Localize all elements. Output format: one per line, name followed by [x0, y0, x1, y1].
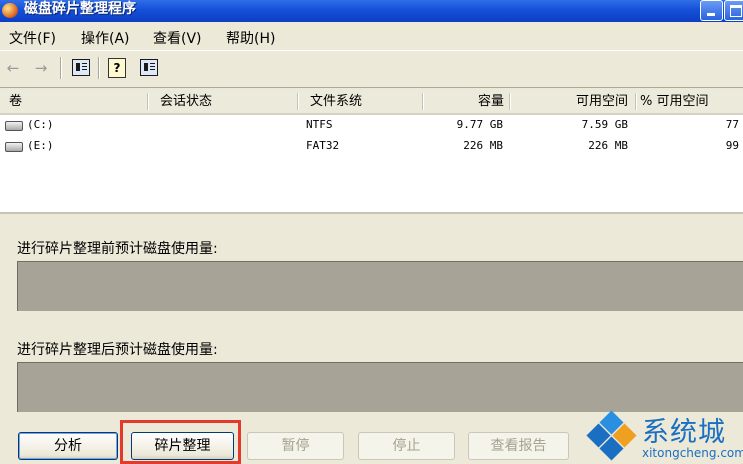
filesystem-cell: FAT32: [306, 139, 340, 152]
column-separator[interactable]: [147, 93, 149, 110]
before-usage-label: 进行碎片整理前预计磁盘使用量:: [17, 241, 218, 257]
toolbar-separator: [60, 57, 62, 79]
menu-view[interactable]: 查看(V): [153, 28, 202, 48]
capacity-cell: 9.77 GB: [456, 118, 503, 131]
title-bar: 磁盘碎片整理程序: [0, 0, 743, 22]
hard-drive-icon: [5, 142, 23, 152]
volume-cell: (C:): [27, 118, 54, 131]
column-header-percent-free[interactable]: % 可用空间: [640, 90, 743, 113]
menu-action[interactable]: 操作(A): [81, 28, 130, 48]
pane-splitter[interactable]: [0, 212, 743, 214]
column-header-free-space[interactable]: 可用空间: [512, 90, 628, 113]
column-separator[interactable]: [635, 93, 637, 110]
free-space-cell: 226 MB: [588, 139, 628, 152]
show-hide-console-tree-icon[interactable]: [72, 59, 90, 76]
table-row[interactable]: (C:) NTFS 9.77 GB 7.59 GB 77: [0, 115, 743, 135]
column-separator[interactable]: [297, 93, 299, 110]
site-watermark: 系统城 xitongcheng.com: [586, 406, 743, 464]
percent-free-cell: 99: [725, 139, 739, 152]
maximize-button[interactable]: [724, 0, 743, 21]
menu-bar: 文件(F) 操作(A) 查看(V) 帮助(H): [0, 22, 743, 50]
minimize-button[interactable]: [700, 0, 723, 21]
forward-arrow-icon[interactable]: →: [32, 59, 50, 77]
watermark-url: xitongcheng.com: [642, 446, 743, 460]
hard-drive-icon: [5, 121, 23, 131]
pause-button[interactable]: 暂停: [247, 432, 344, 460]
watermark-logo-icon: [586, 410, 637, 461]
volume-cell: (E:): [27, 139, 54, 152]
column-header-volume[interactable]: 卷: [9, 90, 22, 113]
analyze-button[interactable]: 分析: [18, 432, 118, 460]
stop-button[interactable]: 停止: [358, 432, 455, 460]
percent-free-cell: 77: [725, 118, 739, 131]
back-arrow-icon[interactable]: ←: [4, 59, 22, 77]
watermark-name: 系统城: [642, 417, 726, 448]
list-header: 卷 会话状态 文件系统 容量 可用空间 % 可用空间: [0, 90, 743, 115]
window-title: 磁盘碎片整理程序: [24, 1, 136, 17]
help-icon[interactable]: ?: [108, 58, 126, 78]
column-header-status[interactable]: 会话状态: [160, 90, 212, 113]
view-report-button[interactable]: 查看报告: [468, 432, 569, 460]
menu-help[interactable]: 帮助(H): [226, 28, 275, 48]
before-usage-display: [17, 261, 743, 311]
toolbar: ← → ?: [0, 50, 743, 88]
column-header-filesystem[interactable]: 文件系统: [310, 90, 362, 113]
disk-defragmenter-icon: [2, 3, 18, 18]
table-row[interactable]: (E:) FAT32 226 MB 226 MB 99: [0, 136, 743, 156]
highlight-box: [120, 420, 241, 464]
column-header-capacity[interactable]: 容量: [426, 90, 504, 113]
menu-file[interactable]: 文件(F): [9, 28, 56, 48]
free-space-cell: 7.59 GB: [581, 118, 628, 131]
after-usage-label: 进行碎片整理后预计磁盘使用量:: [17, 342, 218, 358]
show-hide-action-pane-icon[interactable]: [140, 59, 158, 76]
column-separator[interactable]: [422, 93, 424, 110]
column-separator[interactable]: [509, 93, 511, 110]
capacity-cell: 226 MB: [463, 139, 503, 152]
toolbar-separator: [98, 57, 100, 79]
filesystem-cell: NTFS: [306, 118, 333, 131]
after-usage-display: [17, 362, 743, 412]
volume-list: 卷 会话状态 文件系统 容量 可用空间 % 可用空间 (C:) NTFS 9.7…: [0, 90, 743, 212]
